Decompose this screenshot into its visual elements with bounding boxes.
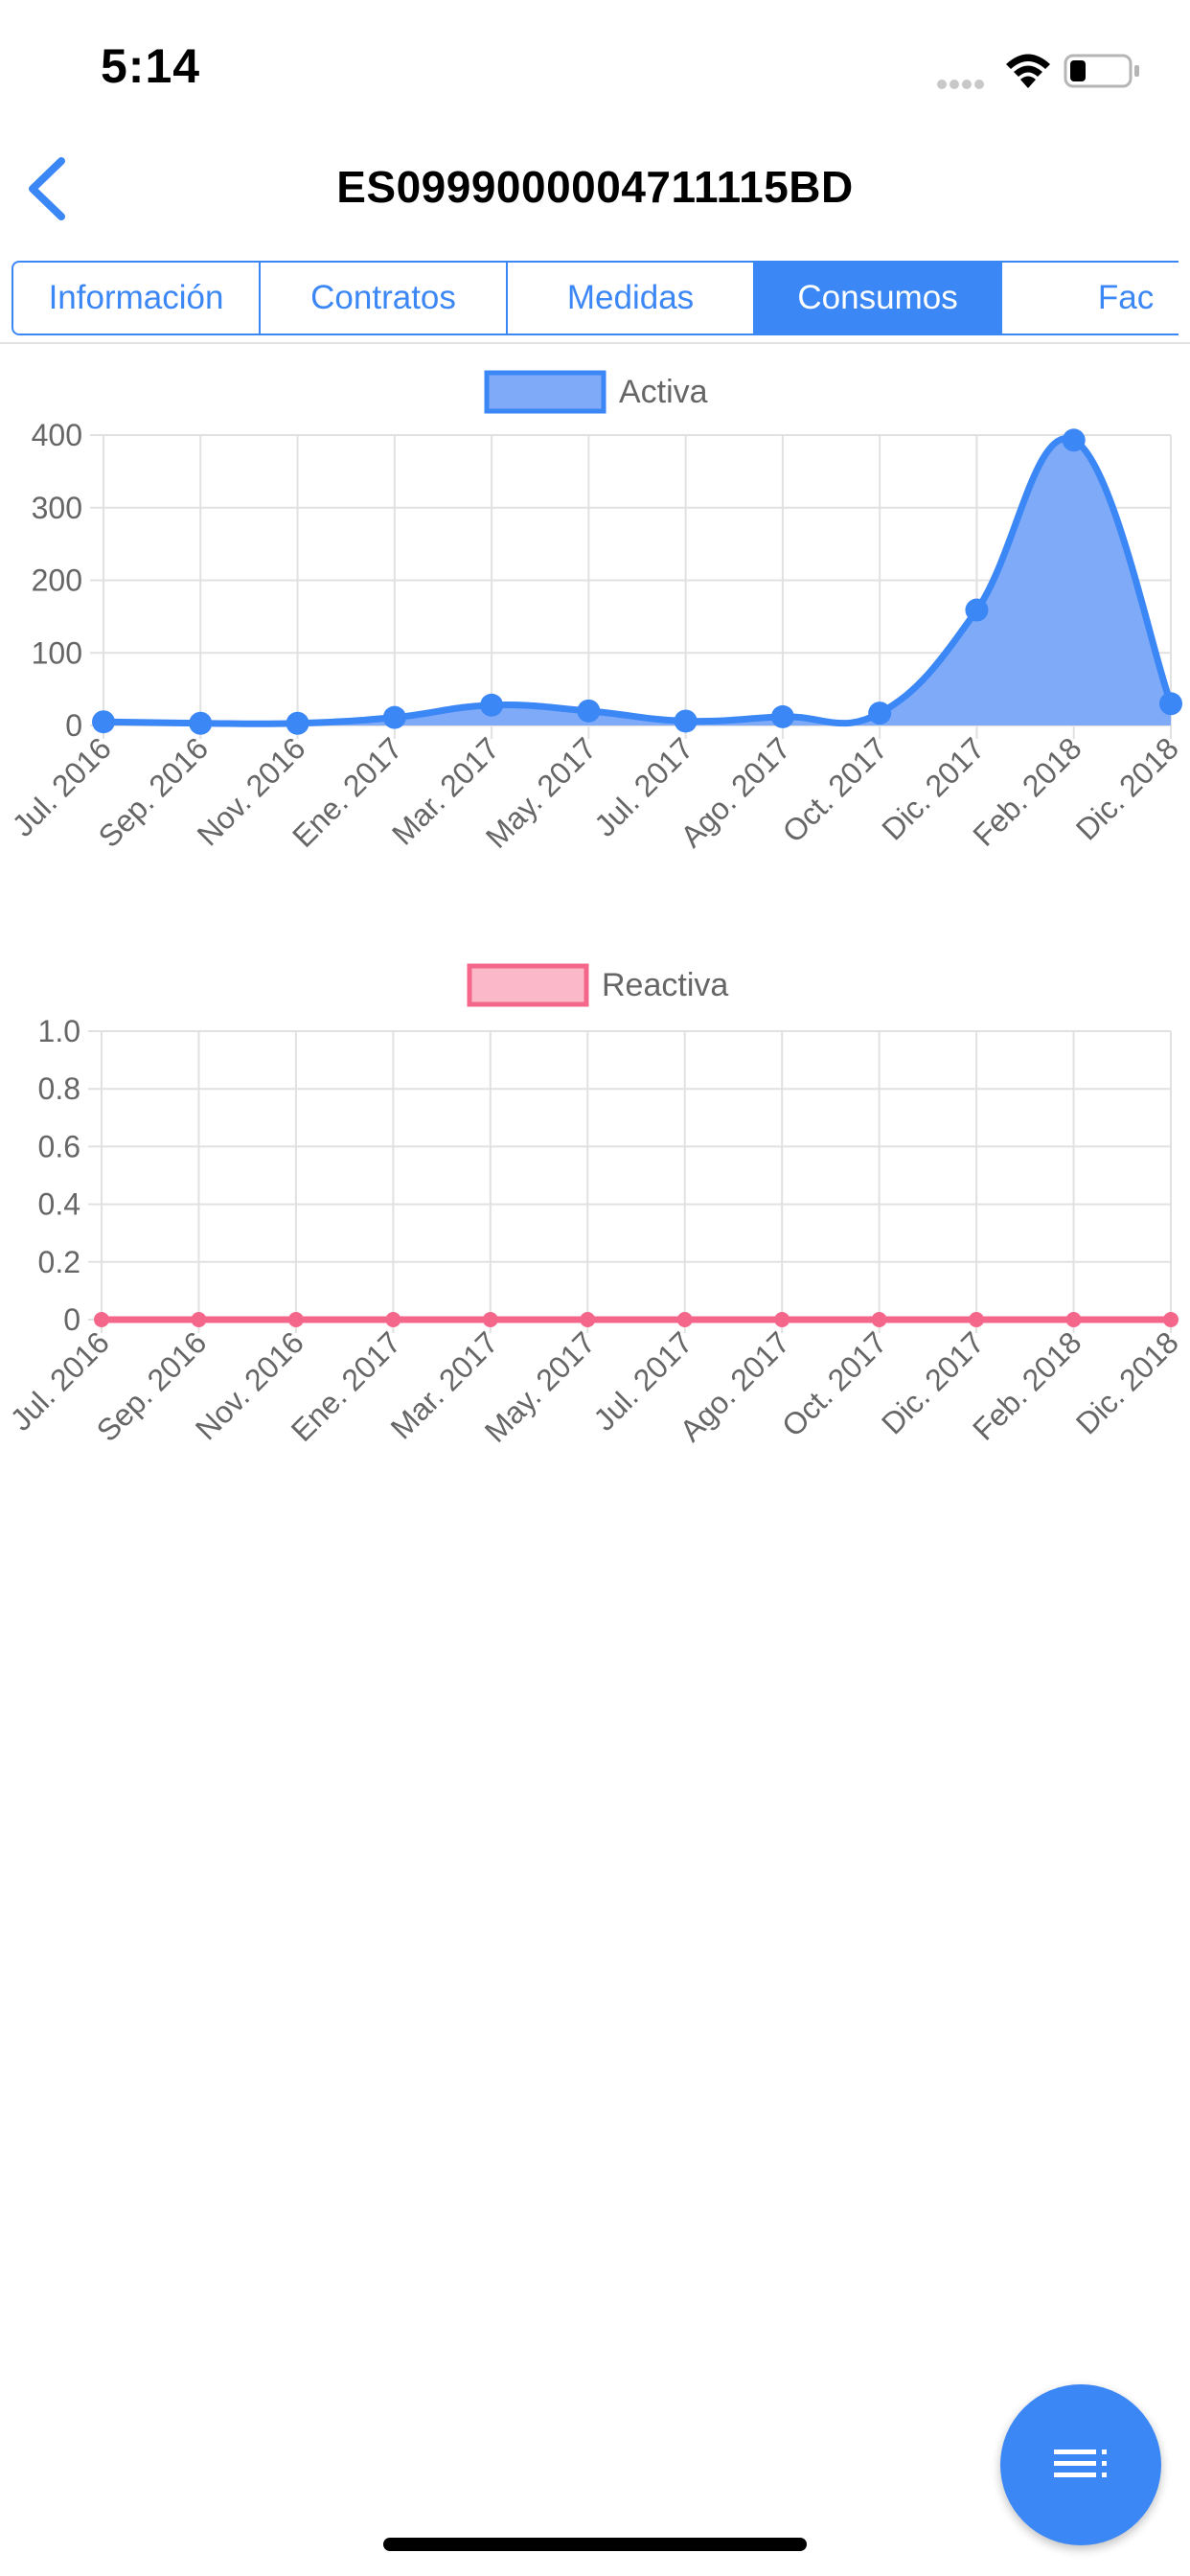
app-screen: 5:14 ES0999000004711115BD Información Co…	[0, 0, 1190, 2576]
y-tick-label: 1.0	[38, 1014, 80, 1048]
y-tick-label: 100	[32, 635, 82, 670]
divider	[0, 342, 1190, 344]
x-tick-label: Oct. 2017	[775, 1324, 894, 1443]
y-tick-label: 400	[32, 418, 82, 452]
y-tick-label: 200	[32, 564, 82, 598]
list-menu-icon	[1054, 2450, 1107, 2477]
home-indicator	[383, 2538, 807, 2551]
data-point-jul-2017	[676, 1312, 693, 1327]
x-tick-label: Dic. 2018	[1069, 730, 1185, 846]
data-point-dic-2018	[1163, 1312, 1179, 1327]
data-point-sep-2016	[189, 711, 213, 735]
chart-activa: Activa 0 100 200 300 400 Jul. 2016 Sep. 2016 Nov…	[0, 356, 1190, 912]
chart-reactiva: Reactiva 0 0.2 0.4 0.6 0.8 1.0 Jul. 2016 Sep. 20…	[0, 952, 1190, 1507]
y-tick-label: 0.6	[38, 1129, 80, 1163]
data-point-oct-2017	[871, 1312, 887, 1327]
x-tick-label: Dic. 2018	[1069, 1324, 1185, 1440]
data-point-dic-2017	[969, 1312, 985, 1327]
chart-reactiva-svg: Reactiva00.20.40.60.81.0Jul. 2016Sep. 20…	[4, 963, 1185, 1449]
data-point-nov-2016	[286, 711, 309, 735]
y-tick-label: 0.4	[38, 1187, 80, 1222]
data-point-oct-2017	[868, 702, 892, 725]
data-point-ene-2017	[382, 705, 406, 729]
legend-swatch-activa	[484, 370, 606, 414]
battery-icon	[1064, 52, 1140, 90]
cellular-signal-icon	[937, 77, 991, 89]
data-point-may-2017	[580, 1312, 596, 1327]
wifi-icon	[1001, 52, 1055, 90]
x-tick-label: Oct. 2017	[776, 730, 895, 849]
status-time: 5:14	[101, 39, 201, 93]
menu-fab-button[interactable]	[1000, 2384, 1161, 2545]
tab-medidas[interactable]: Medidas	[508, 263, 756, 334]
y-tick-label: 0.2	[38, 1245, 80, 1279]
tabs-row: Información Contratos Medidas Consumos Fac	[11, 261, 1179, 335]
legend-reactiva: Reactiva	[467, 963, 728, 1007]
data-point-jul-2017	[674, 709, 698, 733]
chart-activa-svg: Activa0100200300400Jul. 2016Sep. 2016Nov…	[6, 370, 1185, 855]
tab-informacion[interactable]: Información	[13, 263, 262, 334]
series-area-activa	[103, 438, 1171, 725]
segmented-tabs: Información Contratos Medidas Consumos Fac	[11, 261, 1179, 335]
data-point-feb-2018	[1065, 1312, 1082, 1327]
tab-contratos[interactable]: Contratos	[261, 263, 509, 334]
data-point-sep-2016	[191, 1312, 207, 1327]
data-point-dic-2018	[1159, 692, 1182, 716]
y-tick-label: 0.8	[38, 1071, 80, 1106]
data-point-may-2017	[577, 699, 601, 723]
data-point-jul-2016	[94, 1312, 109, 1327]
data-point-ene-2017	[385, 1312, 401, 1327]
tab-fac[interactable]: Fac	[1002, 263, 1179, 334]
legend-activa: Activa	[484, 370, 708, 414]
data-point-ago-2017	[770, 704, 794, 728]
status-bar: 5:14	[0, 0, 1190, 126]
legend-label-activa: Activa	[619, 374, 708, 410]
y-tick-label: 300	[32, 491, 82, 525]
navigation-bar: ES0999000004711115BD	[0, 126, 1190, 251]
tab-consumos[interactable]: Consumos	[755, 263, 1003, 334]
y-tick-label: 0	[63, 1302, 80, 1337]
y-tick-label: 0	[65, 708, 82, 743]
data-point-jul-2016	[92, 710, 115, 734]
page-title: ES0999000004711115BD	[336, 162, 854, 212]
data-point-mar-2017	[480, 693, 504, 717]
data-point-mar-2017	[482, 1312, 498, 1327]
data-point-dic-2017	[965, 598, 989, 622]
legend-label-reactiva: Reactiva	[602, 967, 728, 1003]
data-point-ago-2017	[774, 1312, 790, 1327]
data-point-feb-2018	[1062, 428, 1086, 452]
data-point-nov-2016	[287, 1312, 304, 1327]
legend-swatch-reactiva	[467, 963, 589, 1007]
